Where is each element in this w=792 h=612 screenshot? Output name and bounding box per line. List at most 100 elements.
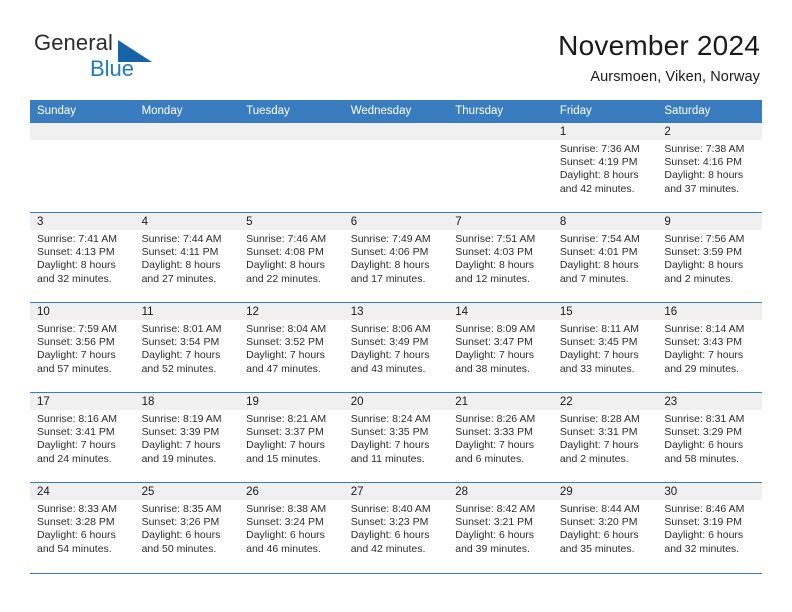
day-detail-line: and 17 minutes. <box>350 272 426 285</box>
calendar-day-cell[interactable]: 21 Sunrise: 8:26 AM Sunset: 3:33 PM Dayligh… <box>448 392 553 483</box>
calendar-bottom-rule <box>30 572 762 574</box>
weekday-header-wednesday: Wednesday <box>343 100 449 123</box>
day-detail-line: Sunrise: 7:56 AM <box>664 233 745 245</box>
day-details: Sunrise: 8:01 AM Sunset: 3:54 PM Daylight:… <box>135 320 240 376</box>
day-number: 8 <box>552 213 658 230</box>
day-detail-line: Sunset: 3:47 PM <box>455 336 533 349</box>
day-detail-line: Daylight: 6 hours <box>664 529 744 542</box>
day-detail-line: Daylight: 8 hours <box>246 259 325 272</box>
calendar-day-cell[interactable]: 17 Sunrise: 8:16 AM Sunset: 3:41 PM Dayligh… <box>30 392 135 483</box>
day-details: Sunrise: 7:54 AM Sunset: 4:01 PM Daylight:… <box>553 230 658 286</box>
day-detail-line: Sunrise: 8:19 AM <box>141 413 222 425</box>
day-detail-line: and 42 minutes. <box>559 182 635 195</box>
calendar-day-cell[interactable]: 27 Sunrise: 8:40 AM Sunset: 3:23 PM Dayligh… <box>343 482 449 573</box>
day-detail-line: Sunset: 3:19 PM <box>664 516 743 529</box>
day-detail-line: Sunrise: 7:49 AM <box>350 233 431 245</box>
day-number <box>134 123 240 140</box>
calendar-day-cell[interactable]: 15 Sunrise: 8:11 AM Sunset: 3:45 PM Dayligh… <box>552 302 658 393</box>
day-detail-line: and 29 minutes. <box>664 362 740 375</box>
calendar-day-cell[interactable]: 6 Sunrise: 7:49 AM Sunset: 4:06 PM Daylight… <box>343 212 449 303</box>
day-detail-line: Sunset: 3:35 PM <box>350 426 429 439</box>
calendar-day-cell[interactable]: 3 Sunrise: 7:41 AM Sunset: 4:13 PM Daylight… <box>30 212 135 303</box>
day-detail-line: Sunrise: 7:38 AM <box>664 143 745 155</box>
calendar-day-cell[interactable]: 25 Sunrise: 8:35 AM Sunset: 3:26 PM Dayligh… <box>134 482 240 573</box>
day-details: Sunrise: 7:49 AM Sunset: 4:06 PM Daylight:… <box>344 230 449 286</box>
calendar-day-cell[interactable]: 5 Sunrise: 7:46 AM Sunset: 4:08 PM Daylight… <box>239 212 344 303</box>
weekday-header-monday: Monday <box>134 100 240 123</box>
calendar-grid: Sunday Monday Tuesday Wednesday Thursday… <box>30 100 762 573</box>
generalblue-logo[interactable]: General Blue <box>30 28 210 90</box>
day-detail-line: Daylight: 8 hours <box>559 259 639 272</box>
calendar-week-row: 17 Sunrise: 8:16 AM Sunset: 3:41 PM Dayligh… <box>30 392 762 483</box>
day-number: 12 <box>239 303 344 320</box>
day-details: Sunrise: 8:19 AM Sunset: 3:39 PM Daylight:… <box>135 410 240 466</box>
day-detail-line: and 39 minutes. <box>455 542 530 555</box>
calendar-day-cell[interactable]: 29 Sunrise: 8:44 AM Sunset: 3:20 PM Dayligh… <box>552 482 658 573</box>
title-block: November 2024 Aursmoen, Viken, Norway <box>558 28 760 85</box>
day-number: 1 <box>552 123 658 140</box>
day-details: Sunrise: 8:16 AM Sunset: 3:41 PM Daylight:… <box>30 410 135 466</box>
day-detail-line: and 33 minutes. <box>559 362 635 375</box>
calendar-day-cell[interactable]: 24 Sunrise: 8:33 AM Sunset: 3:28 PM Dayligh… <box>30 482 135 573</box>
day-detail-line: Sunset: 4:13 PM <box>37 246 115 259</box>
day-detail-line: Daylight: 7 hours <box>455 349 535 362</box>
day-detail-line: Sunrise: 8:04 AM <box>246 323 327 335</box>
day-details: Sunrise: 8:04 AM Sunset: 3:52 PM Daylight:… <box>239 320 344 376</box>
calendar-day-cell-empty <box>448 122 553 213</box>
calendar-day-cell[interactable]: 30 Sunrise: 8:46 AM Sunset: 3:19 PM Dayligh… <box>657 482 762 573</box>
calendar-day-cell[interactable]: 9 Sunrise: 7:56 AM Sunset: 3:59 PM Daylight… <box>657 212 762 303</box>
day-detail-line: Daylight: 7 hours <box>350 349 430 362</box>
day-detail-line: Sunrise: 8:16 AM <box>37 413 117 425</box>
calendar-day-cell[interactable]: 2 Sunrise: 7:38 AM Sunset: 4:16 PM Daylight… <box>657 122 762 213</box>
day-number: 3 <box>30 213 135 230</box>
day-detail-line: Sunset: 3:21 PM <box>455 516 533 529</box>
day-details: Sunrise: 8:33 AM Sunset: 3:28 PM Daylight:… <box>30 500 135 556</box>
calendar-day-cell[interactable]: 4 Sunrise: 7:44 AM Sunset: 4:11 PM Daylight… <box>134 212 240 303</box>
calendar-day-cell[interactable]: 18 Sunrise: 8:19 AM Sunset: 3:39 PM Dayligh… <box>134 392 240 483</box>
calendar-day-cell[interactable]: 22 Sunrise: 8:28 AM Sunset: 3:31 PM Dayligh… <box>552 392 658 483</box>
day-number: 13 <box>343 303 449 320</box>
day-detail-line: Daylight: 6 hours <box>350 529 430 542</box>
calendar-day-cell[interactable]: 1 Sunrise: 7:36 AM Sunset: 4:19 PM Daylight… <box>552 122 658 213</box>
day-detail-line: and 54 minutes. <box>37 542 112 555</box>
day-number: 27 <box>343 483 449 500</box>
day-details <box>135 140 240 143</box>
calendar-day-cell[interactable]: 11 Sunrise: 8:01 AM Sunset: 3:54 PM Dayligh… <box>134 302 240 393</box>
day-details: Sunrise: 7:38 AM Sunset: 4:16 PM Daylight:… <box>657 140 762 196</box>
calendar-day-cell[interactable]: 8 Sunrise: 7:54 AM Sunset: 4:01 PM Daylight… <box>552 212 658 303</box>
day-number: 15 <box>552 303 658 320</box>
day-details: Sunrise: 8:26 AM Sunset: 3:33 PM Daylight:… <box>448 410 553 466</box>
calendar-day-cell[interactable]: 16 Sunrise: 8:14 AM Sunset: 3:43 PM Dayligh… <box>657 302 762 393</box>
day-detail-line: and 12 minutes. <box>455 272 530 285</box>
calendar-day-cell[interactable]: 13 Sunrise: 8:06 AM Sunset: 3:49 PM Dayligh… <box>343 302 449 393</box>
day-number <box>343 123 449 140</box>
calendar-day-cell[interactable]: 23 Sunrise: 8:31 AM Sunset: 3:29 PM Dayligh… <box>657 392 762 483</box>
day-detail-line: and 15 minutes. <box>246 452 321 465</box>
day-detail-line: Sunset: 4:19 PM <box>559 156 638 169</box>
day-number: 23 <box>657 393 762 410</box>
day-detail-line: Sunrise: 8:21 AM <box>246 413 327 425</box>
weekday-header-friday: Friday <box>552 100 658 123</box>
day-detail-line: Daylight: 6 hours <box>455 529 535 542</box>
calendar-day-cell[interactable]: 12 Sunrise: 8:04 AM Sunset: 3:52 PM Dayligh… <box>239 302 344 393</box>
day-detail-line: and 58 minutes. <box>664 452 740 465</box>
day-details: Sunrise: 7:44 AM Sunset: 4:11 PM Daylight:… <box>135 230 240 286</box>
day-detail-line: Daylight: 8 hours <box>350 259 430 272</box>
day-detail-line: Sunset: 3:43 PM <box>664 336 743 349</box>
day-detail-line: Sunset: 4:11 PM <box>141 246 219 259</box>
calendar-day-cell[interactable]: 19 Sunrise: 8:21 AM Sunset: 3:37 PM Dayligh… <box>239 392 344 483</box>
calendar-day-cell[interactable]: 14 Sunrise: 8:09 AM Sunset: 3:47 PM Dayligh… <box>448 302 553 393</box>
day-detail-line: Sunrise: 8:06 AM <box>350 323 431 335</box>
calendar-day-cell[interactable]: 20 Sunrise: 8:24 AM Sunset: 3:35 PM Dayligh… <box>343 392 449 483</box>
day-details: Sunrise: 8:31 AM Sunset: 3:29 PM Daylight:… <box>657 410 762 466</box>
calendar-day-cell[interactable]: 7 Sunrise: 7:51 AM Sunset: 4:03 PM Daylight… <box>448 212 553 303</box>
calendar-day-cell[interactable]: 28 Sunrise: 8:42 AM Sunset: 3:21 PM Dayligh… <box>448 482 553 573</box>
day-detail-line: and 7 minutes. <box>559 272 629 285</box>
weekday-header-sunday: Sunday <box>30 100 135 123</box>
calendar-day-cell-empty <box>134 122 240 213</box>
day-number: 9 <box>657 213 762 230</box>
day-number: 5 <box>239 213 344 230</box>
calendar-day-cell[interactable]: 10 Sunrise: 7:59 AM Sunset: 3:56 PM Dayligh… <box>30 302 135 393</box>
calendar-day-cell[interactable]: 26 Sunrise: 8:38 AM Sunset: 3:24 PM Dayligh… <box>239 482 344 573</box>
day-detail-line: and 50 minutes. <box>141 542 217 555</box>
